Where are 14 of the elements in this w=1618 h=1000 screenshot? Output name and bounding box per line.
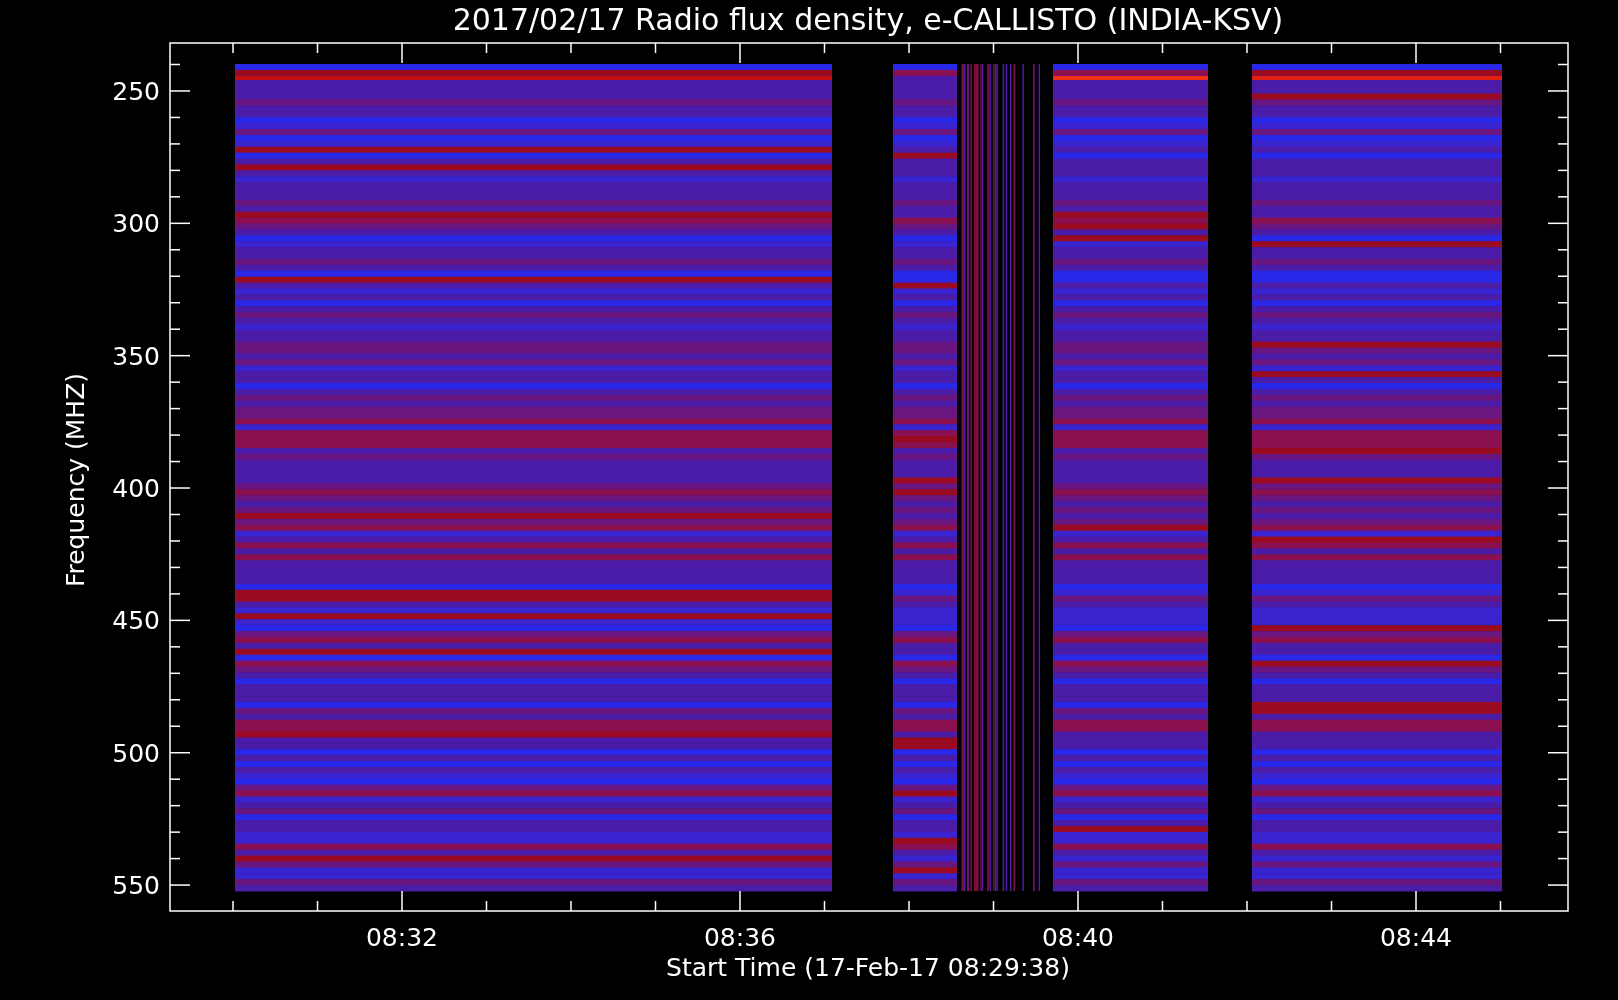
x-tick-label: 08:36 [704,923,776,952]
y-tick-label: 550 [112,870,160,900]
x-axis-label: Start Time (17-Feb-17 08:29:38) [666,953,1070,982]
y-tick-label: 500 [112,738,160,768]
x-tick-label: 08:40 [1042,923,1114,952]
x-tick-label: 08:32 [366,923,438,952]
x-tick-label: 08:44 [1380,923,1452,952]
y-tick-label: 250 [112,77,160,106]
y-tick-label: 450 [112,606,160,636]
plot-title: 2017/02/17 Radio flux density, e-CALLISTO (INDIA-KSV) [452,2,1284,37]
y-tick-label: 400 [112,473,160,503]
y-tick-label: 350 [112,341,160,371]
y-tick-label: 300 [112,209,160,239]
y-axis-label: Frequency (MHZ) [61,372,90,588]
